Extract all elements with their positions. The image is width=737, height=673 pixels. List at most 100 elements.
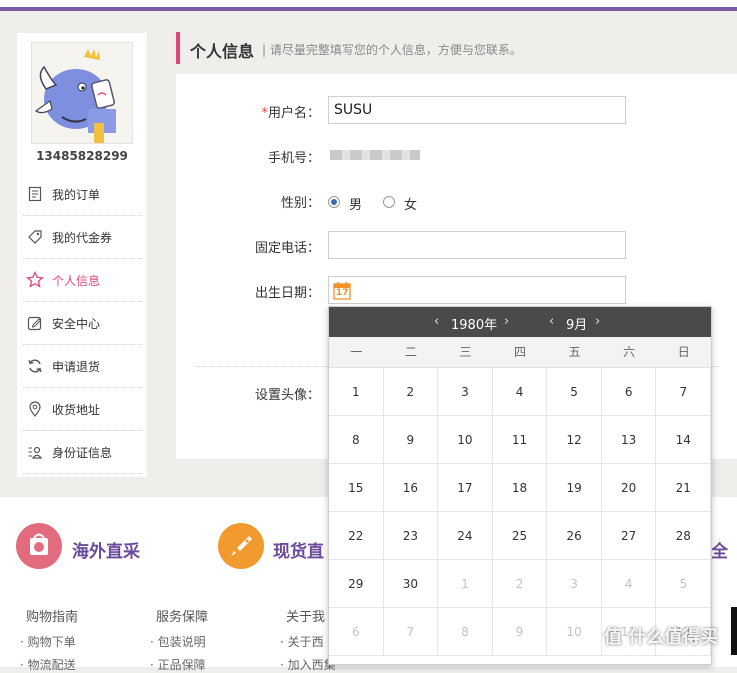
sidebar-item-orders[interactable]: 我的订单 (23, 173, 142, 216)
sidebar-item-label: 收货地址 (52, 402, 101, 417)
weekday-label: 三 (459, 345, 472, 359)
calendar-day[interactable]: 14 (656, 416, 712, 464)
calendar-day[interactable]: 15 (329, 464, 384, 512)
calendar-day-outside-month[interactable]: 3 (547, 560, 602, 608)
calendar-day[interactable]: 23 (383, 512, 439, 560)
sidebar-item-profile[interactable]: 个人信息 (23, 259, 142, 302)
calendar-day[interactable]: 29 (329, 560, 384, 608)
footer-link[interactable]: · 购物下单 (20, 633, 76, 650)
edit-icon (26, 314, 44, 332)
sidebar-item-id-card[interactable]: 身份证信息 (23, 431, 142, 474)
footer-link[interactable]: · 正品保障 (150, 656, 206, 673)
calendar-day[interactable]: 3 (438, 368, 493, 416)
calendar-week-row: 15 16 17 18 19 20 21 (329, 464, 712, 512)
calendar-day[interactable]: 7 (656, 368, 712, 416)
footer-link[interactable]: · 关于西 (280, 633, 324, 650)
footer-col-about-title: 关于我 (286, 610, 326, 625)
watermark: 值 什么值得买 (604, 627, 719, 648)
phone-label: 手机号： (267, 151, 320, 166)
brand-top-bar (0, 7, 737, 11)
calendar-day-outside-month[interactable]: 5 (656, 560, 712, 608)
weekday-label: 二 (404, 345, 417, 359)
calendar-day[interactable]: 11 (492, 416, 548, 464)
calendar-day[interactable]: 1 (329, 368, 384, 416)
top-strip (0, 0, 737, 7)
username-field[interactable]: SUSU (328, 96, 626, 124)
birthday-label: 出生日期： (254, 286, 320, 301)
date-grid: 1 2 3 4 5 6 7 8 9 10 11 12 13 14 15 16 17 18 19 20 21 22 23 24 2… (329, 368, 712, 656)
sidebar-item-label: 个人信息 (52, 273, 101, 288)
sidebar-item-label: 身份证信息 (52, 445, 113, 460)
overseas-badge-icon (16, 523, 62, 569)
sidebar-item-security[interactable]: 安全中心 (23, 302, 142, 345)
calendar-day[interactable]: 22 (329, 512, 384, 560)
calendar-day[interactable]: 24 (438, 512, 493, 560)
calendar-icon[interactable]: 17 (333, 281, 351, 300)
sidebar-item-label: 我的代金券 (52, 230, 113, 245)
coupon-icon (26, 228, 44, 246)
gender-female-label: 女 (404, 198, 418, 213)
id-card-icon (26, 443, 44, 461)
calendar-icon-day: 17 (336, 288, 349, 298)
sidebar-item-coupons[interactable]: 我的代金券 (23, 216, 142, 259)
gender-female-radio[interactable] (383, 196, 395, 208)
sidebar-item-returns[interactable]: 申请退货 (23, 345, 142, 388)
edge-bar (731, 607, 737, 655)
calendar-day[interactable]: 30 (383, 560, 439, 608)
calendar-day-outside-month[interactable]: 4 (601, 560, 657, 608)
calendar-day[interactable]: 18 (492, 464, 548, 512)
weekday-label: 日 (677, 345, 690, 359)
next-month-button[interactable]: › (595, 314, 600, 329)
avatar[interactable] (31, 42, 133, 144)
calendar-day-outside-month[interactable]: 9 (492, 608, 548, 656)
calendar-day[interactable]: 12 (547, 416, 602, 464)
landline-field[interactable] (328, 231, 626, 259)
calendar-day[interactable]: 2 (383, 368, 439, 416)
calendar-day[interactable]: 10 (438, 416, 493, 464)
calendar-day[interactable]: 28 (656, 512, 712, 560)
rhino-avatar-icon (32, 43, 132, 143)
calendar-day[interactable]: 6 (601, 368, 657, 416)
calendar-day[interactable]: 8 (329, 416, 384, 464)
calendar-day-outside-month[interactable]: 2 (492, 560, 548, 608)
calendar-day-outside-month[interactable]: 8 (438, 608, 493, 656)
gender-male-radio[interactable] (328, 196, 340, 208)
sidebar-item-label: 安全中心 (52, 316, 101, 331)
sidebar-item-address[interactable]: 收货地址 (23, 388, 142, 431)
calendar-day[interactable]: 4 (492, 368, 548, 416)
calendar-day[interactable]: 19 (547, 464, 602, 512)
calendar-day-outside-month[interactable]: 10 (547, 608, 602, 656)
weekday-label: 六 (623, 345, 636, 359)
location-icon (26, 400, 44, 418)
landline-label: 固定电话： (254, 241, 320, 256)
calendar-day[interactable]: 20 (601, 464, 657, 512)
calendar-day[interactable]: 25 (492, 512, 548, 560)
calendar-day[interactable]: 17 (438, 464, 493, 512)
calendar-day-outside-month[interactable]: 1 (438, 560, 493, 608)
prev-year-button[interactable]: ‹ (434, 314, 439, 329)
calendar-day-outside-month[interactable]: 7 (383, 608, 439, 656)
weekday-label: 四 (514, 345, 527, 359)
calendar-day[interactable]: 26 (547, 512, 602, 560)
order-icon (26, 185, 44, 203)
birthday-field[interactable]: 17 (328, 276, 626, 304)
footer-link[interactable]: · 包装说明 (150, 633, 206, 650)
calendar-day[interactable]: 5 (547, 368, 602, 416)
calendar-day[interactable]: 27 (601, 512, 657, 560)
calendar-day[interactable]: 16 (383, 464, 439, 512)
gender-male-label: 男 (349, 198, 363, 213)
gender-label: 性别： (280, 196, 320, 211)
calendar-day[interactable]: 21 (656, 464, 712, 512)
calendar-day[interactable]: 9 (383, 416, 439, 464)
calendar-week-row: 29 30 1 2 3 4 5 (329, 560, 712, 608)
calendar-day[interactable]: 13 (601, 416, 657, 464)
user-sidebar: 13485828299 我的订单 我的代金券 个人信息 安全中心 申请退货 收货… (17, 33, 147, 477)
next-year-button[interactable]: › (504, 314, 509, 329)
footer-link[interactable]: · 物流配送 (20, 656, 76, 673)
sidebar-item-label: 我的订单 (52, 187, 101, 202)
calendar-day-outside-month[interactable]: 6 (329, 608, 384, 656)
year-display: 1980年 (451, 318, 498, 333)
username-label: *用户名： (261, 106, 320, 121)
date-picker-header: ‹ 1980年 › ‹ 9月 › (329, 307, 711, 337)
prev-month-button[interactable]: ‹ (549, 314, 554, 329)
